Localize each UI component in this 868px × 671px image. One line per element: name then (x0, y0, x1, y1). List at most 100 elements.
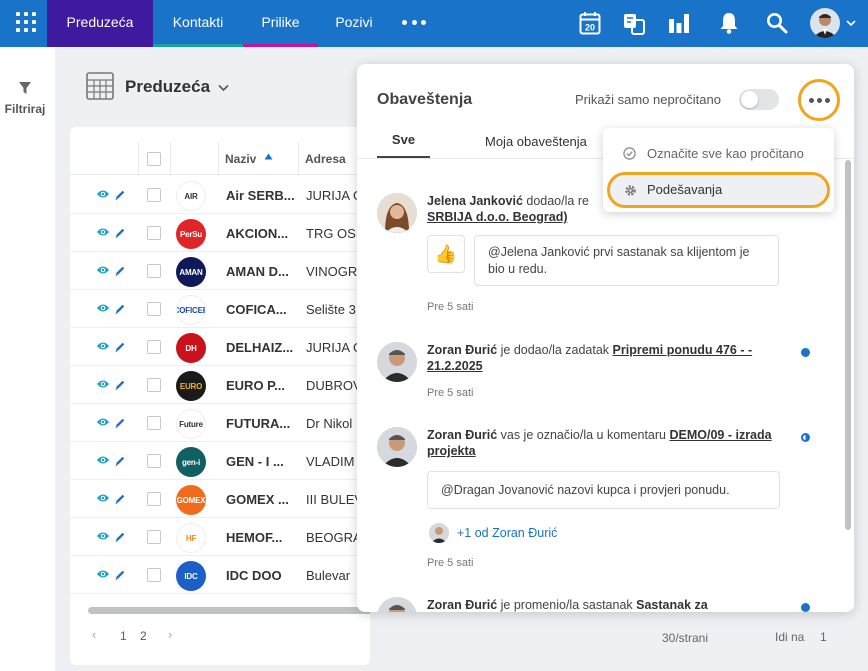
filter-label[interactable]: Filtriraj (0, 102, 50, 116)
row-checkbox[interactable] (147, 264, 161, 278)
exchange-icon[interactable] (622, 12, 646, 36)
edit-pencil-icon[interactable] (114, 492, 126, 510)
view-eye-icon[interactable] (96, 263, 110, 281)
sort-ascending-icon[interactable] (264, 153, 273, 162)
nav-tab-contacts[interactable]: Kontakti (153, 0, 243, 47)
nav-tab-calls[interactable]: Pozivi (318, 0, 390, 47)
view-eye-icon[interactable] (96, 339, 110, 357)
edit-pencil-icon[interactable] (114, 454, 126, 472)
company-name[interactable]: GOMEX ... (226, 492, 298, 507)
view-eye-icon[interactable] (96, 187, 110, 205)
company-name[interactable]: COFICA... (226, 302, 298, 317)
more-replies-link[interactable]: +1 od Zoran Đurić (457, 526, 557, 540)
user-avatar (377, 342, 417, 382)
nav-more-dots-icon[interactable] (402, 20, 426, 26)
menu-item-settings[interactable]: Podešavanja (607, 172, 830, 208)
edit-pencil-icon[interactable] (114, 188, 126, 206)
table-row[interactable]: COFICEBCOFICA...Selište 3 (70, 290, 370, 328)
row-checkbox[interactable] (147, 568, 161, 582)
notification-link[interactable]: Sastanak za (636, 598, 708, 612)
table-row[interactable]: DH DELHAIZ... JURIJA G (70, 328, 370, 366)
goto-page-input[interactable]: 1 (820, 630, 827, 644)
view-eye-icon[interactable] (96, 491, 110, 509)
tab-all[interactable]: Sve (377, 132, 430, 158)
table-row[interactable]: AMAN AMAN D... VINOGR (70, 252, 370, 290)
row-checkbox[interactable] (147, 492, 161, 506)
edit-pencil-icon[interactable] (114, 302, 126, 320)
column-header-name[interactable]: Naziv (225, 152, 256, 166)
company-name[interactable]: EURO P... (226, 378, 298, 393)
company-name[interactable]: HEMOF... (226, 530, 298, 545)
notification-action: dodao/la re (522, 194, 589, 208)
company-name[interactable]: IDC DOO (226, 568, 298, 583)
table-row[interactable]: AIR Air SERB... JURIJA G (70, 176, 370, 214)
page-title[interactable]: Preduzeća (125, 77, 210, 97)
pagination-page-2[interactable]: 2 (140, 629, 147, 643)
user-avatar[interactable] (810, 8, 840, 38)
company-name[interactable]: Air SERB... (226, 188, 298, 203)
company-name[interactable]: FUTURA... (226, 416, 298, 431)
nav-tab-opportunities[interactable]: Prilike (243, 0, 318, 47)
unread-only-toggle[interactable] (739, 89, 779, 110)
unread-dot[interactable] (801, 348, 810, 357)
select-all-checkbox[interactable] (147, 152, 161, 166)
search-icon[interactable] (766, 12, 788, 34)
notification-actor: Zoran Đurić (427, 428, 498, 442)
chevron-down-icon[interactable] (846, 19, 856, 27)
notifications-more-button[interactable] (798, 79, 840, 121)
column-header-address[interactable]: Adresa (305, 152, 346, 166)
row-checkbox[interactable] (147, 340, 161, 354)
calendar-icon[interactable]: 20 (579, 11, 601, 35)
pagination-next-button[interactable]: › (168, 627, 172, 642)
company-name[interactable]: AMAN D... (226, 264, 298, 279)
unread-dot[interactable] (801, 603, 810, 612)
edit-pencil-icon[interactable] (114, 568, 126, 586)
menu-item-mark-all-read[interactable]: Označite sve kao pročitano (603, 134, 834, 172)
view-eye-icon[interactable] (96, 301, 110, 319)
row-checkbox[interactable] (147, 530, 161, 544)
chevron-down-icon[interactable] (218, 84, 229, 92)
table-row[interactable]: PerSu AKCION... TRG OSL (70, 214, 370, 252)
table-row[interactable]: IDC IDC DOO Bulevar (70, 556, 370, 594)
notification-link[interactable]: SRBIJA d.o.o. Beograd) (427, 210, 568, 224)
pagination-page-1[interactable]: 1 (120, 629, 127, 643)
chart-bar-icon[interactable] (668, 12, 690, 34)
view-eye-icon[interactable] (96, 377, 110, 395)
thumbs-up-reaction[interactable]: 👍 (427, 235, 465, 273)
row-checkbox[interactable] (147, 188, 161, 202)
edit-pencil-icon[interactable] (114, 264, 126, 282)
row-checkbox[interactable] (147, 302, 161, 316)
row-checkbox[interactable] (147, 226, 161, 240)
view-eye-icon[interactable] (96, 415, 110, 433)
horizontal-scrollbar[interactable] (88, 607, 370, 614)
view-eye-icon[interactable] (96, 529, 110, 547)
tab-my-notifications[interactable]: Moja obaveštenja (485, 134, 587, 149)
edit-pencil-icon[interactable] (114, 340, 126, 358)
partially-read-dot[interactable] (801, 433, 810, 442)
nav-tab-companies[interactable]: Preduzeća (47, 0, 153, 47)
company-name[interactable]: GEN - I ... (226, 454, 298, 469)
bell-icon[interactable] (719, 12, 739, 34)
table-row[interactable]: EURO EURO P... DUBROV (70, 366, 370, 404)
row-checkbox[interactable] (147, 378, 161, 392)
table-row[interactable]: HF HEMOF... BEOGRA (70, 518, 370, 556)
view-eye-icon[interactable] (96, 453, 110, 471)
per-page-select[interactable]: 30/strani (662, 631, 708, 645)
view-eye-icon[interactable] (96, 567, 110, 585)
edit-pencil-icon[interactable] (114, 416, 126, 434)
pagination-prev-button[interactable]: ‹ (92, 627, 96, 642)
table-row[interactable]: gen-i GEN - I ... VLADIM (70, 442, 370, 480)
edit-pencil-icon[interactable] (114, 530, 126, 548)
vertical-scrollbar[interactable] (845, 160, 851, 530)
company-name[interactable]: DELHAIZ... (226, 340, 298, 355)
company-name[interactable]: AKCION... (226, 226, 298, 241)
view-eye-icon[interactable] (96, 225, 110, 243)
table-row[interactable]: GOMEX GOMEX ... III BULEV (70, 480, 370, 518)
table-row[interactable]: Future FUTURA... Dr Nikol (70, 404, 370, 442)
filter-icon[interactable] (18, 81, 32, 95)
row-checkbox[interactable] (147, 454, 161, 468)
row-checkbox[interactable] (147, 416, 161, 430)
edit-pencil-icon[interactable] (114, 226, 126, 244)
apps-grid-icon[interactable] (16, 12, 36, 32)
edit-pencil-icon[interactable] (114, 378, 126, 396)
